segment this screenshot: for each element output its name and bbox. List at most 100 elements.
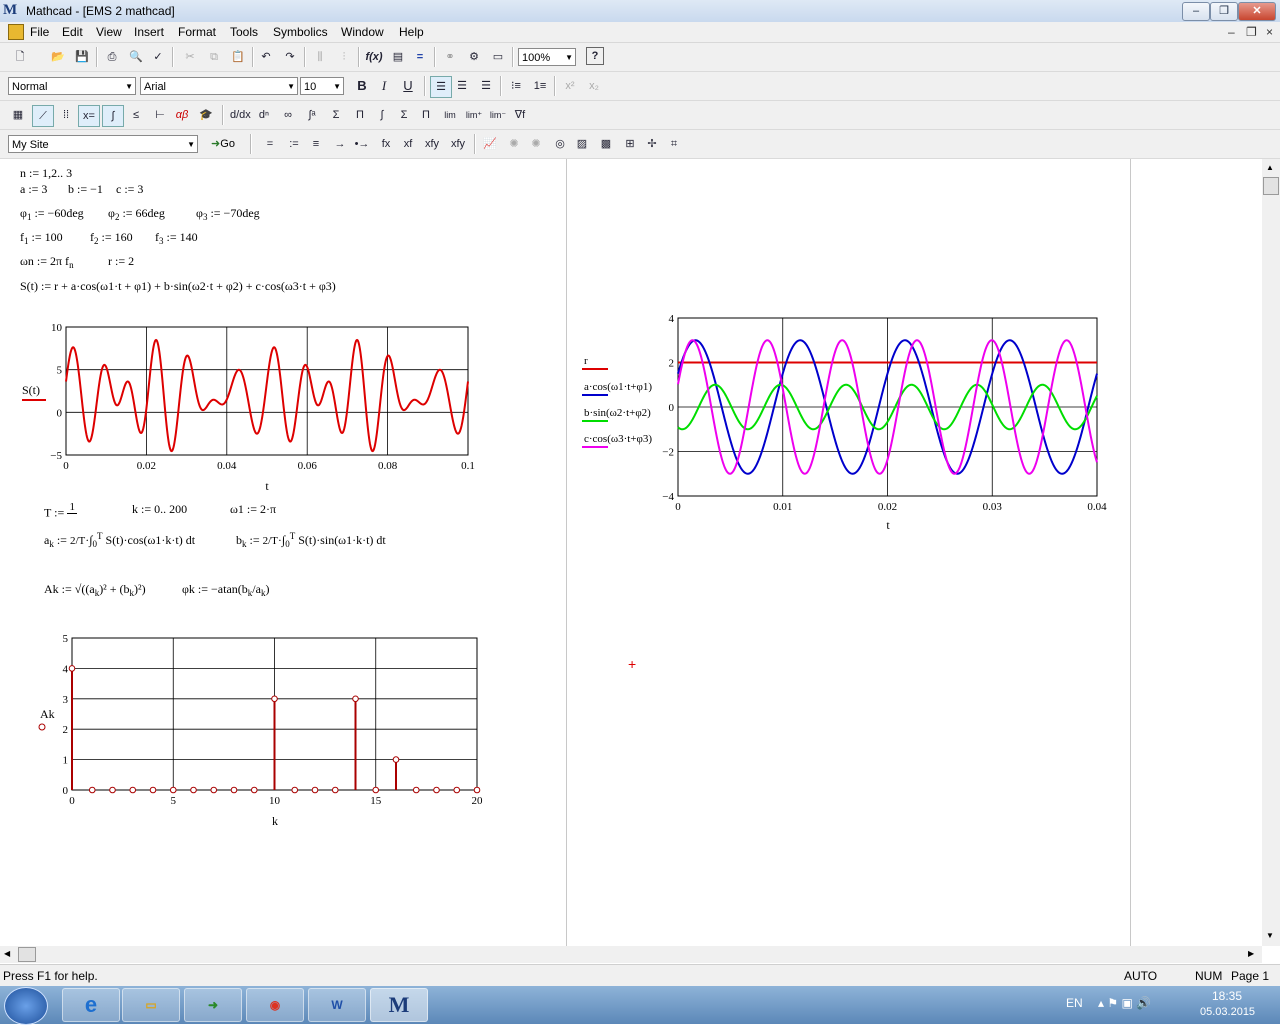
menu-insert[interactable]: Insert	[134, 25, 164, 39]
product-icon[interactable]: Π	[416, 105, 436, 125]
polar-plot-icon[interactable]: ✺	[504, 134, 524, 154]
zoom-select[interactable]: 100% ▼	[518, 48, 576, 66]
go-button[interactable]: ➜Go	[206, 134, 240, 154]
calculator-toolbar-icon[interactable]: ▦	[8, 105, 28, 125]
document-icon[interactable]	[8, 24, 24, 40]
matrix-toolbar-icon[interactable]: ⁞⁞	[56, 105, 76, 125]
language-indicator[interactable]: EN	[1066, 996, 1083, 1010]
contour-plot-icon[interactable]: ◎	[550, 134, 570, 154]
indefinite-integral-icon[interactable]: ∫	[372, 105, 392, 125]
component-wizard-icon[interactable]: ⚙	[464, 47, 484, 67]
phi3-definition[interactable]: φ3 := −70deg	[196, 206, 260, 222]
maximize-button[interactable]: ❐	[1210, 2, 1238, 21]
mdi-minimize-button[interactable]: –	[1228, 25, 1235, 39]
open-icon[interactable]: 📂	[48, 47, 68, 67]
range-product-icon[interactable]: Π	[350, 105, 370, 125]
align-left-icon[interactable]: ☰	[430, 76, 452, 98]
align-center-icon[interactable]: ☰	[452, 76, 472, 96]
bullets-icon[interactable]: ⁝≡	[506, 76, 526, 96]
infix-icon[interactable]: xfy	[420, 134, 444, 154]
numbering-icon[interactable]: 1≡	[530, 76, 550, 96]
vector-field-icon[interactable]: ⊞	[620, 134, 640, 154]
calculus-toolbar-icon[interactable]: ∫	[102, 105, 124, 127]
save-icon[interactable]: 💾	[72, 47, 92, 67]
menu-help[interactable]: Help	[399, 25, 424, 39]
align-right-icon[interactable]: ☰	[476, 76, 496, 96]
laplace-icon[interactable]: ∇f	[510, 105, 530, 125]
taskbar-app[interactable]: ➜	[184, 988, 242, 1022]
summation-icon[interactable]: Σ	[394, 105, 414, 125]
a-definition[interactable]: a := 3	[20, 182, 47, 197]
f1-definition[interactable]: f1 := 100	[20, 230, 63, 246]
b-definition[interactable]: b := −1	[68, 182, 103, 197]
range-sum-icon[interactable]: Σ	[326, 105, 346, 125]
spellcheck-icon[interactable]: ✓	[148, 47, 168, 67]
scroll-left-arrow-icon[interactable]: ◀	[4, 949, 10, 958]
start-button[interactable]	[4, 987, 48, 1025]
mdi-restore-button[interactable]: ❐	[1246, 25, 1257, 39]
left-limit-icon[interactable]: lim⁻	[488, 105, 508, 125]
help-icon[interactable]: ?	[586, 47, 604, 65]
new-icon[interactable]: 🗋	[10, 47, 30, 67]
menu-format[interactable]: Format	[178, 25, 216, 39]
copy-icon[interactable]: ⧉	[204, 47, 224, 67]
treefix-icon[interactable]: xfy	[446, 134, 470, 154]
bk-definition[interactable]: bk := 2/T·∫0T S(t)·sin(ω1·k·t) dt	[236, 531, 386, 549]
r-definition[interactable]: r := 2	[108, 254, 134, 269]
scroll-up-arrow-icon[interactable]: ▲	[1266, 163, 1274, 172]
horizontal-scrollbar[interactable]: ◀ ▶	[0, 946, 1262, 963]
phi2-definition[interactable]: φ2 := 66deg	[108, 206, 165, 222]
redo-icon[interactable]: ↷	[280, 47, 300, 67]
infinity-icon[interactable]: ∞	[278, 105, 298, 125]
scroll-down-arrow-icon[interactable]: ▼	[1266, 931, 1274, 940]
zoom-plot-icon[interactable]: ✢	[642, 134, 662, 154]
phase-definition[interactable]: φk := −atan(bk/ak)	[182, 582, 269, 598]
print-preview-icon[interactable]: 🔍	[126, 47, 146, 67]
signal-definition[interactable]: S(t) := r + a·cos(ω1·t + φ1) + b·sin(ω2·…	[20, 279, 336, 294]
definite-integral-icon[interactable]: ∫ᵃ	[302, 105, 322, 125]
italic-button[interactable]: I	[374, 76, 394, 96]
menu-tools[interactable]: Tools	[230, 25, 258, 39]
insert-function-icon[interactable]: f(x)	[364, 47, 384, 67]
3d-scatter-icon[interactable]: ▨	[572, 134, 592, 154]
right-limit-icon[interactable]: lim⁺	[464, 105, 484, 125]
f3-definition[interactable]: f3 := 140	[155, 230, 198, 246]
programming-toolbar-icon[interactable]: ⊢	[150, 105, 170, 125]
paste-icon[interactable]: 📋	[228, 47, 248, 67]
amplitude-definition[interactable]: Ak := √((ak)² + (bk)²)	[44, 582, 146, 598]
vertical-scrollbar[interactable]: ▲ ▼	[1262, 159, 1280, 946]
taskbar-word[interactable]: W	[308, 988, 366, 1022]
evaluation-toolbar-icon[interactable]: x=	[78, 105, 100, 127]
symbolic-toolbar-icon[interactable]: 🎓	[196, 105, 216, 125]
menu-file[interactable]: File	[30, 25, 49, 39]
components-plot[interactable]: 0 0.01 0.02 0.03 0.04 4 2 0 −2 −4 r a·cos(ω1·t+φ1) b…	[576, 312, 1122, 534]
align-down-icon[interactable]: ⫶	[334, 47, 354, 67]
limit-icon[interactable]: lim	[440, 105, 460, 125]
bold-button[interactable]: B	[352, 76, 372, 96]
menu-window[interactable]: Window	[341, 25, 384, 39]
definition-icon[interactable]: :=	[284, 134, 304, 154]
graph-toolbar-icon[interactable]: ⟋	[32, 105, 54, 127]
derivative-icon[interactable]: d/dx	[230, 105, 251, 125]
prefix-icon[interactable]: fx	[376, 134, 396, 154]
taskbar-mathcad[interactable]: M	[370, 988, 428, 1022]
c-definition[interactable]: c := 3	[116, 182, 143, 197]
period-definition[interactable]: T := 1	[44, 502, 78, 525]
style-select[interactable]: Normal ▼	[8, 77, 136, 95]
tray-icons[interactable]: ▴ ⚑ ▣ 🔊	[1098, 996, 1151, 1010]
omega-definition[interactable]: ωn := 2π fn	[20, 254, 74, 270]
print-icon[interactable]: ⎙	[102, 47, 122, 67]
minimize-button[interactable]: ‒	[1182, 2, 1210, 21]
close-button[interactable]: ✕	[1238, 2, 1276, 21]
spectrum-plot[interactable]: 0 5 10 15 20543210Akk	[30, 630, 500, 830]
menu-edit[interactable]: Edit	[62, 25, 83, 39]
ak-definition[interactable]: ak := 2/T·∫0T S(t)·cos(ω1·k·t) dt	[44, 531, 195, 549]
scroll-right-arrow-icon[interactable]: ▶	[1248, 949, 1254, 958]
align-across-icon[interactable]: ⫼	[310, 47, 330, 67]
global-definition-icon[interactable]: ≡	[306, 134, 326, 154]
font-select[interactable]: Arial ▼	[140, 77, 298, 95]
surface-plot-icon[interactable]: ✺	[526, 134, 546, 154]
nth-derivative-icon[interactable]: dⁿ	[254, 105, 274, 125]
postfix-icon[interactable]: xf	[398, 134, 418, 154]
undo-icon[interactable]: ↶	[256, 47, 276, 67]
